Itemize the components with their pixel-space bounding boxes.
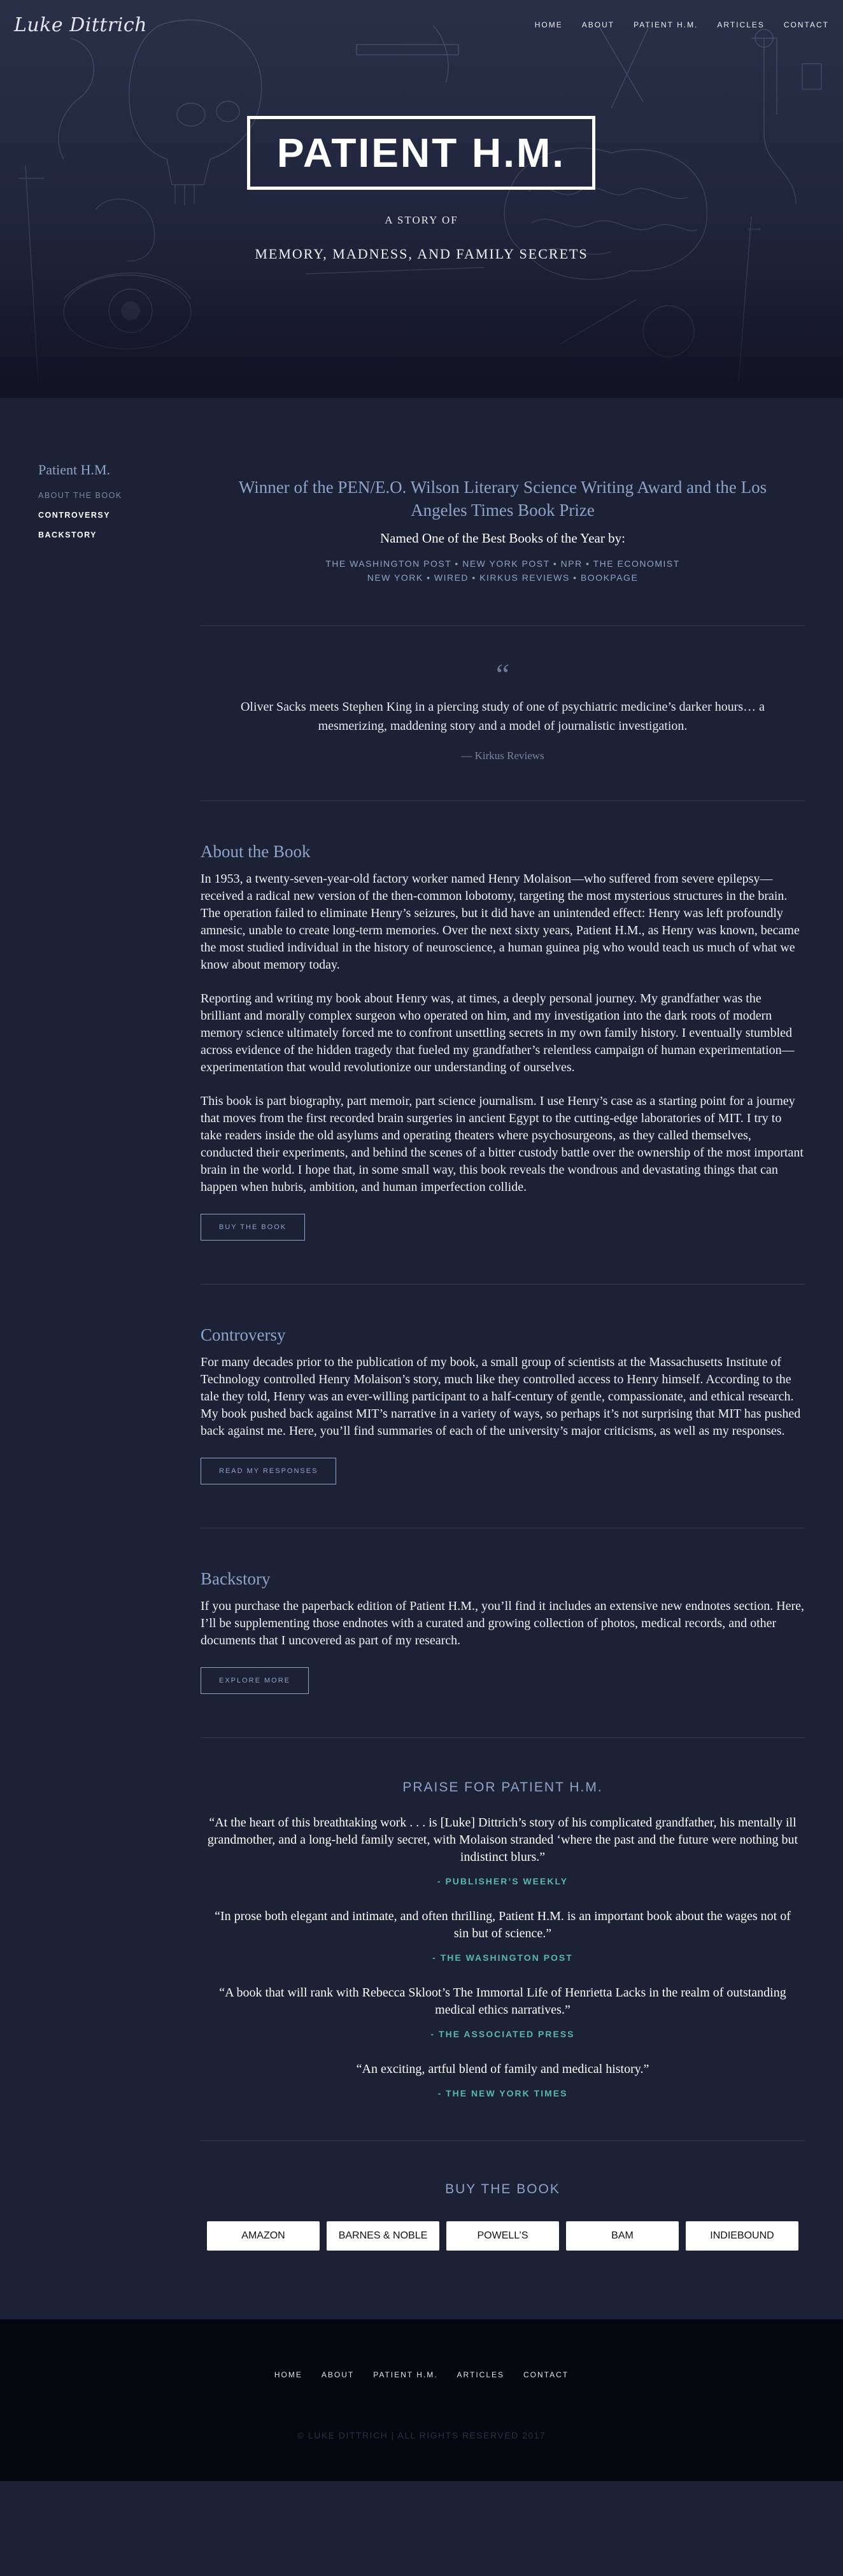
- award-heading: Winner of the PEN/E.O. Wilson Literary S…: [238, 478, 767, 520]
- explore-more-button[interactable]: EXPLORE MORE: [201, 1667, 309, 1694]
- praise-source: - PUBLISHER’S WEEKLY: [437, 1876, 569, 1886]
- praise-section: PRAISE FOR PATIENT H.M. “At the heart of…: [201, 1738, 805, 2140]
- about-heading: About the Book: [201, 842, 311, 861]
- sidebar-item-about[interactable]: ABOUT THE BOOK: [38, 491, 166, 500]
- about-paragraph-1: In 1953, a twenty-seven-year-old factory…: [201, 872, 800, 972]
- controversy-heading: Controversy: [201, 1325, 286, 1344]
- hero-subtitle: MEMORY, MADNESS, AND FAMILY SECRETS: [255, 246, 588, 262]
- backstory-paragraph: If you purchase the paperback edition of…: [201, 1599, 805, 1647]
- praise-source: - THE NEW YORK TIMES: [437, 2088, 568, 2098]
- backstory-heading: Backstory: [201, 1569, 271, 1588]
- praise-quote: “In prose both elegant and intimate, and…: [215, 1909, 791, 1940]
- main-nav: HOME ABOUT PATIENT H.M. ARTICLES CONTACT: [535, 20, 829, 29]
- footer-nav-home[interactable]: HOME: [274, 2370, 302, 2379]
- buy-heading: BUY THE BOOK: [445, 2182, 560, 2196]
- hero-banner: Luke Dittrich HOME ABOUT PATIENT H.M. AR…: [0, 0, 843, 398]
- praise-heading: PRAISE FOR PATIENT H.M.: [402, 1780, 603, 1795]
- praise-quote: “An exciting, artful blend of family and…: [356, 2062, 649, 2076]
- store-button-barnes-noble[interactable]: BARNES & NOBLE: [327, 2221, 439, 2251]
- footer-nav-contact[interactable]: CONTACT: [523, 2370, 569, 2379]
- hero-title: PATIENT H.M.: [276, 130, 566, 176]
- praise-source: - THE WASHINGTON POST: [432, 1953, 573, 1963]
- footer-nav-about[interactable]: ABOUT: [322, 2370, 354, 2379]
- copyright: © LUKE DITTRICH | ALL RIGHTS RESERVED 20…: [297, 2430, 546, 2440]
- quote-source: — Kirkus Reviews: [461, 750, 544, 762]
- publication-line-1: THE WASHINGTON POST • NEW YORK POST • NP…: [325, 559, 680, 569]
- praise-quote: “A book that will rank with Rebecca Sklo…: [219, 1986, 786, 2017]
- nav-home[interactable]: HOME: [535, 20, 563, 29]
- publication-list: THE WASHINGTON POST • NEW YORK POST • NP…: [201, 557, 805, 585]
- main-column: Winner of the PEN/E.O. Wilson Literary S…: [201, 476, 805, 2319]
- best-books-heading: Named One of the Best Books of the Year …: [380, 530, 625, 546]
- store-buttons: AMAZON BARNES & NOBLE POWELL’S BAM INDIE…: [201, 2221, 805, 2251]
- buy-the-book-button[interactable]: BUY THE BOOK: [201, 1214, 306, 1241]
- store-button-indiebound[interactable]: INDIEBOUND: [686, 2221, 798, 2251]
- read-my-responses-button[interactable]: READ MY RESPONSES: [201, 1458, 337, 1484]
- nav-about[interactable]: ABOUT: [582, 20, 614, 29]
- footer-nav-patient-hm[interactable]: PATIENT H.M.: [373, 2370, 437, 2379]
- top-navigation: Luke Dittrich HOME ABOUT PATIENT H.M. AR…: [0, 0, 843, 51]
- store-button-bam[interactable]: BAM: [566, 2221, 679, 2251]
- about-paragraph-3: This book is part biography, part memoir…: [201, 1094, 804, 1194]
- buy-section: BUY THE BOOK AMAZON BARNES & NOBLE POWEL…: [201, 2141, 805, 2319]
- praise-source: - THE ASSOCIATED PRESS: [430, 2029, 575, 2039]
- hero-title-box: PATIENT H.M.: [247, 116, 595, 190]
- footer-nav-articles[interactable]: ARTICLES: [457, 2370, 504, 2379]
- hero-subtitle-small: A STORY OF: [385, 214, 458, 226]
- anatomical-illustration-background: [0, 0, 843, 398]
- backstory-section: Backstory If you purchase the paperback …: [201, 1528, 805, 1737]
- nav-contact[interactable]: CONTACT: [784, 20, 829, 29]
- site-footer: HOME ABOUT PATIENT H.M. ARTICLES CONTACT…: [0, 2319, 843, 2481]
- praise-item: “An exciting, artful blend of family and…: [201, 2061, 805, 2098]
- award-intro: Winner of the PEN/E.O. Wilson Literary S…: [201, 476, 805, 625]
- controversy-section: Controversy For many decades prior to th…: [201, 1284, 805, 1528]
- quote-text: Oliver Sacks meets Stephen King in a pie…: [240, 700, 765, 733]
- controversy-paragraph: For many decades prior to the publicatio…: [201, 1355, 801, 1438]
- quote-mark-icon: “: [495, 658, 510, 692]
- page-content: Patient H.M. ABOUT THE BOOK CONTROVERSY …: [0, 398, 843, 2319]
- praise-item: “At the heart of this breathtaking work …: [201, 1814, 805, 1886]
- praise-item: “In prose both elegant and intimate, and…: [201, 1908, 805, 1963]
- site-logo[interactable]: Luke Dittrich: [14, 14, 147, 36]
- about-section: About the Book In 1953, a twenty-seven-y…: [201, 801, 805, 1284]
- footer-nav: HOME ABOUT PATIENT H.M. ARTICLES CONTACT: [0, 2370, 843, 2379]
- sidebar-item-controversy[interactable]: CONTROVERSY: [38, 511, 166, 520]
- sidebar-title: Patient H.M.: [38, 462, 111, 478]
- about-paragraph-2: Reporting and writing my book about Henr…: [201, 992, 795, 1074]
- praise-item: “A book that will rank with Rebecca Sklo…: [201, 1984, 805, 2039]
- nav-articles[interactable]: ARTICLES: [717, 20, 764, 29]
- section-sidebar: Patient H.M. ABOUT THE BOOK CONTROVERSY …: [38, 462, 166, 550]
- store-button-powells[interactable]: POWELL’S: [446, 2221, 559, 2251]
- publication-line-2: NEW YORK • WIRED • KIRKUS REVIEWS • BOOK…: [367, 573, 639, 583]
- nav-patient-hm[interactable]: PATIENT H.M.: [634, 20, 698, 29]
- sidebar-item-backstory[interactable]: BACKSTORY: [38, 530, 166, 539]
- praise-quote: “At the heart of this breathtaking work …: [207, 1816, 798, 1864]
- featured-quote: “ Oliver Sacks meets Stephen King in a p…: [201, 626, 805, 801]
- store-button-amazon[interactable]: AMAZON: [207, 2221, 320, 2251]
